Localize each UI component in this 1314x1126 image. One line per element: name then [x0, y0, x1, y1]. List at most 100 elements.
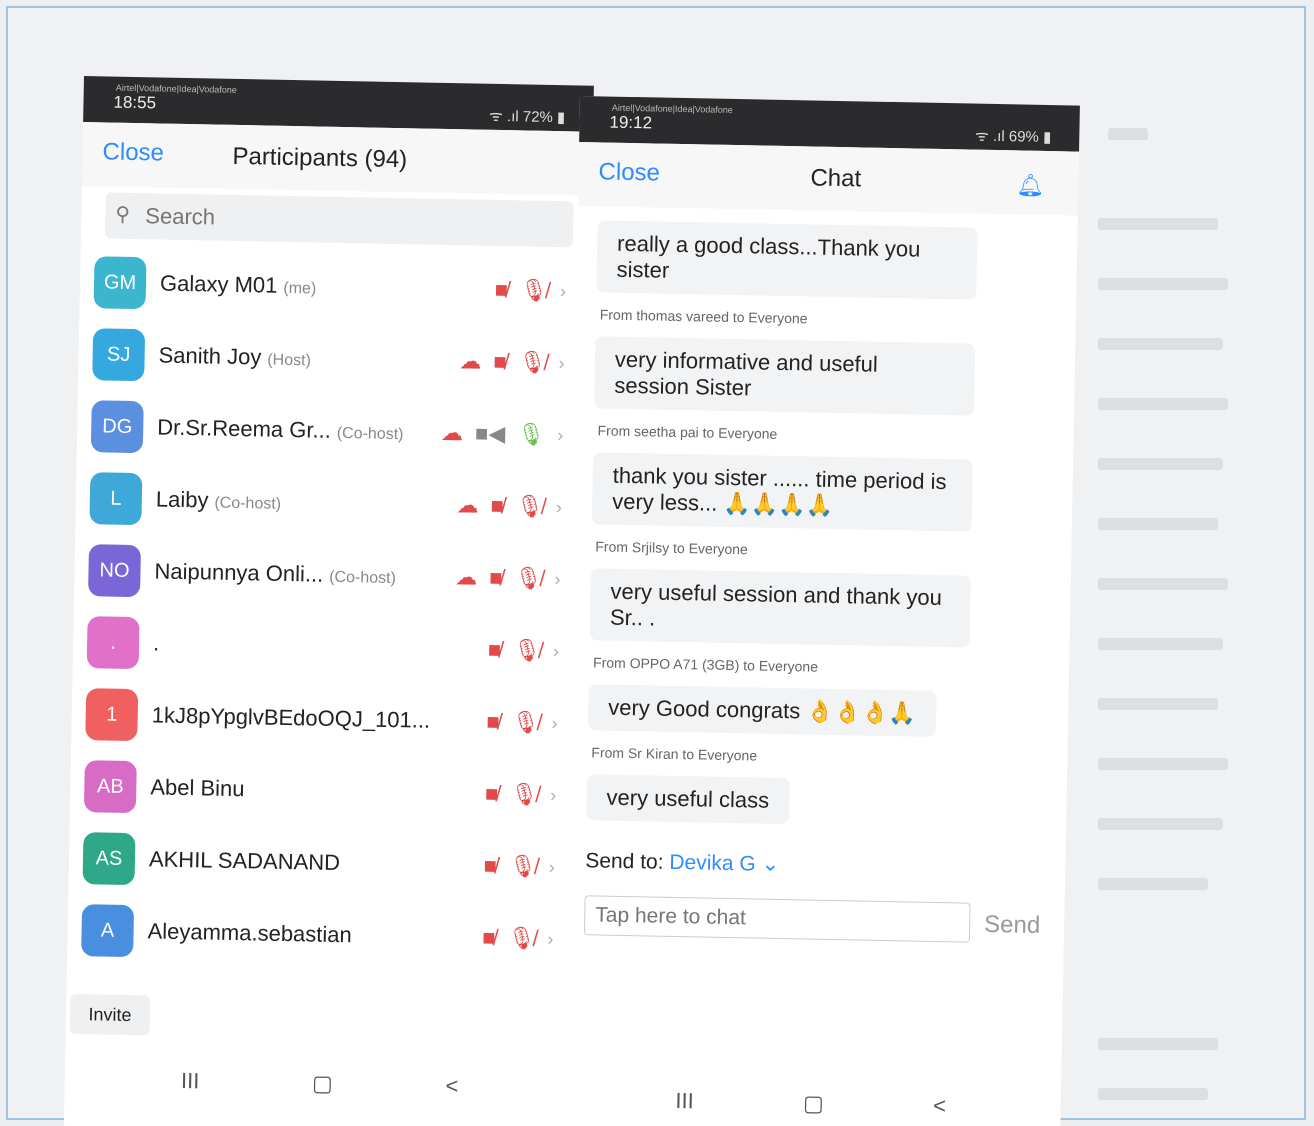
participant-name: Sanith Joy	[158, 342, 262, 370]
participant-status-icons: ☁ ■◀ 🎙︎ ›	[441, 420, 564, 447]
signal-icon: ᯤ .ıl	[488, 107, 519, 126]
battery-icon: ▮	[556, 109, 566, 127]
search-input[interactable]	[144, 197, 526, 243]
bell-icon[interactable]: 🔔︎	[1016, 172, 1044, 198]
message-sender: From thomas vareed to Everyone	[599, 306, 808, 327]
chevron-right-icon: ›	[551, 712, 558, 733]
chevron-down-icon: ⌄	[761, 852, 780, 876]
background-text-line	[1098, 638, 1223, 650]
home-button[interactable]: ▢	[803, 1090, 824, 1116]
message-bubble[interactable]: thank you sister ...... time period is v…	[591, 452, 974, 532]
avatar: DG	[90, 400, 144, 454]
participant-status-icons: ■̸ 🎙︎̸ ›	[495, 277, 567, 303]
participant-row[interactable]: NO Naipunnya Onli... (Co-host) ☁ ■̸ 🎙︎̸ ›	[74, 534, 585, 616]
avatar: AB	[83, 760, 137, 814]
participant-name: Laiby	[155, 486, 209, 513]
chevron-right-icon: ›	[554, 568, 561, 589]
participant-row[interactable]: AS AKHIL SADANAND ■̸ 🎙︎̸ ›	[68, 822, 579, 904]
participant-name: Naipunnya Onli...	[154, 558, 324, 587]
recipient-dropdown[interactable]: Devika G ⌄	[669, 851, 779, 876]
android-nav-bar: III ▢ <	[560, 1086, 1060, 1122]
chat-input[interactable]	[583, 895, 971, 943]
back-button[interactable]: <	[445, 1073, 458, 1099]
background-text-line	[1098, 218, 1218, 230]
chevron-right-icon: ›	[555, 496, 563, 517]
microphone-muted-icon: 🎙︎̸	[515, 493, 545, 519]
background-text-line	[1098, 818, 1223, 830]
message-bubble[interactable]: very Good congrats 👌👌👌🙏	[587, 684, 937, 737]
participants-header: Close Participants (94)	[81, 121, 594, 196]
participant-name-block: Abel Binu	[150, 774, 251, 802]
participant-row[interactable]: GM Galaxy M01 (me) ■̸ 🎙︎̸ ›	[79, 246, 590, 328]
message-bubble[interactable]: very useful class	[586, 774, 790, 825]
background-text-line	[1098, 398, 1228, 410]
participant-name: AKHIL SADANAND	[148, 846, 341, 876]
send-button[interactable]: Send	[984, 911, 1041, 940]
avatar: AS	[82, 832, 136, 886]
chat-compose: Send to: Devika G ⌄ Send	[564, 848, 1066, 947]
cloud-recording-icon: ☁	[456, 492, 479, 518]
close-button[interactable]: Close	[598, 158, 660, 187]
background-text-line	[1098, 698, 1218, 710]
avatar: L	[89, 472, 143, 526]
video-off-icon: ■̸	[490, 492, 505, 519]
participant-row[interactable]: . . ■̸ 🎙︎̸ ›	[72, 606, 583, 688]
invite-button[interactable]: Invite	[69, 993, 151, 1036]
page-title: Chat	[810, 164, 862, 193]
participant-name-block: Aleyamma.sebastian	[147, 918, 358, 948]
cloud-recording-icon: ☁	[459, 348, 482, 374]
avatar: .	[86, 616, 140, 670]
status-time: 18:55	[113, 92, 157, 113]
home-button[interactable]: ▢	[312, 1071, 333, 1097]
message-bubble[interactable]: very informative and useful session Sist…	[594, 336, 976, 416]
close-button[interactable]: Close	[102, 138, 164, 167]
chevron-right-icon: ›	[548, 856, 556, 877]
battery-icon: ▮	[1042, 128, 1052, 147]
avatar: A	[81, 904, 135, 958]
participant-role: (me)	[283, 279, 317, 298]
search-box[interactable]: ⚲	[104, 192, 574, 248]
participant-name-block: .	[153, 630, 166, 656]
participant-row[interactable]: L Laiby (Co-host) ☁ ■̸ 🎙︎̸ ›	[75, 462, 586, 544]
video-off-icon: ■̸	[487, 636, 502, 663]
microphone-muted-icon: 🎙︎̸	[518, 349, 547, 375]
participant-name: Aleyamma.sebastian	[147, 918, 353, 948]
chat-message: From Srjilsy to Everyone very useful sess…	[589, 538, 1052, 649]
chat-input-row: Send	[583, 895, 1045, 946]
participant-row[interactable]: A Aleyamma.sebastian ■̸ 🎙︎̸ ›	[67, 894, 578, 976]
participant-list: GM Galaxy M01 (me) ■̸ 🎙︎̸ › SJ Sanith Joy…	[67, 246, 591, 976]
chat-messages: really a good class...Thank you sister Fr…	[566, 206, 1078, 829]
message-sender: From seetha pai to Everyone	[597, 422, 778, 442]
participant-row[interactable]: 1 1kJ8pYpglvBEdoOQJ_101... ■̸ 🎙︎̸ ›	[71, 678, 582, 760]
participant-name-block: Sanith Joy (Host)	[158, 342, 311, 371]
chat-message: From OPPO A71 (3GB) to Everyone very Good…	[587, 654, 1049, 739]
chat-message: From thomas vareed to Everyone very infor…	[594, 306, 1056, 417]
microphone-muted-icon: 🎙︎̸	[507, 925, 536, 951]
participant-name-block: 1kJ8pYpglvBEdoOQJ_101...	[151, 702, 436, 733]
avatar: NO	[88, 544, 142, 598]
participant-name: Dr.Sr.Reema Gr...	[157, 414, 332, 443]
video-off-icon: ■̸	[484, 780, 499, 807]
send-to-label: Send to:	[585, 849, 664, 874]
page-title: Participants (94)	[232, 142, 408, 174]
back-button[interactable]: <	[933, 1093, 946, 1119]
participant-status-icons: ☁ ■̸ 🎙︎̸ ›	[456, 492, 563, 519]
participant-row[interactable]: DG Dr.Sr.Reema Gr... (Co-host) ☁ ■◀ 🎙︎ ›	[77, 390, 588, 472]
chat-message: From seetha pai to Everyone thank you sis…	[591, 422, 1054, 533]
message-bubble[interactable]: very useful session and thank you Sr.. .	[589, 568, 971, 648]
recent-apps-button[interactable]: III	[675, 1088, 694, 1114]
recent-apps-button[interactable]: III	[181, 1068, 200, 1094]
chevron-right-icon: ›	[552, 640, 560, 661]
microphone-muted-icon: 🎙︎̸	[510, 781, 539, 807]
background-text-line	[1098, 518, 1218, 530]
background-text-line	[1098, 338, 1223, 350]
participant-status-icons: ■̸ 🎙︎̸ ›	[483, 853, 556, 879]
participant-row[interactable]: AB Abel Binu ■̸ 🎙︎̸ ›	[70, 750, 581, 832]
background-text-line	[1098, 278, 1228, 290]
participant-role: (Co-host)	[329, 568, 397, 588]
participant-row[interactable]: SJ Sanith Joy (Host) ☁ ■̸ 🎙︎̸ ›	[78, 318, 589, 400]
message-bubble[interactable]: really a good class...Thank you sister	[596, 220, 978, 300]
participant-status-icons: ■̸ 🎙︎̸ ›	[487, 636, 560, 663]
chevron-right-icon: ›	[547, 928, 554, 949]
recipient-name: Devika G	[669, 850, 756, 876]
